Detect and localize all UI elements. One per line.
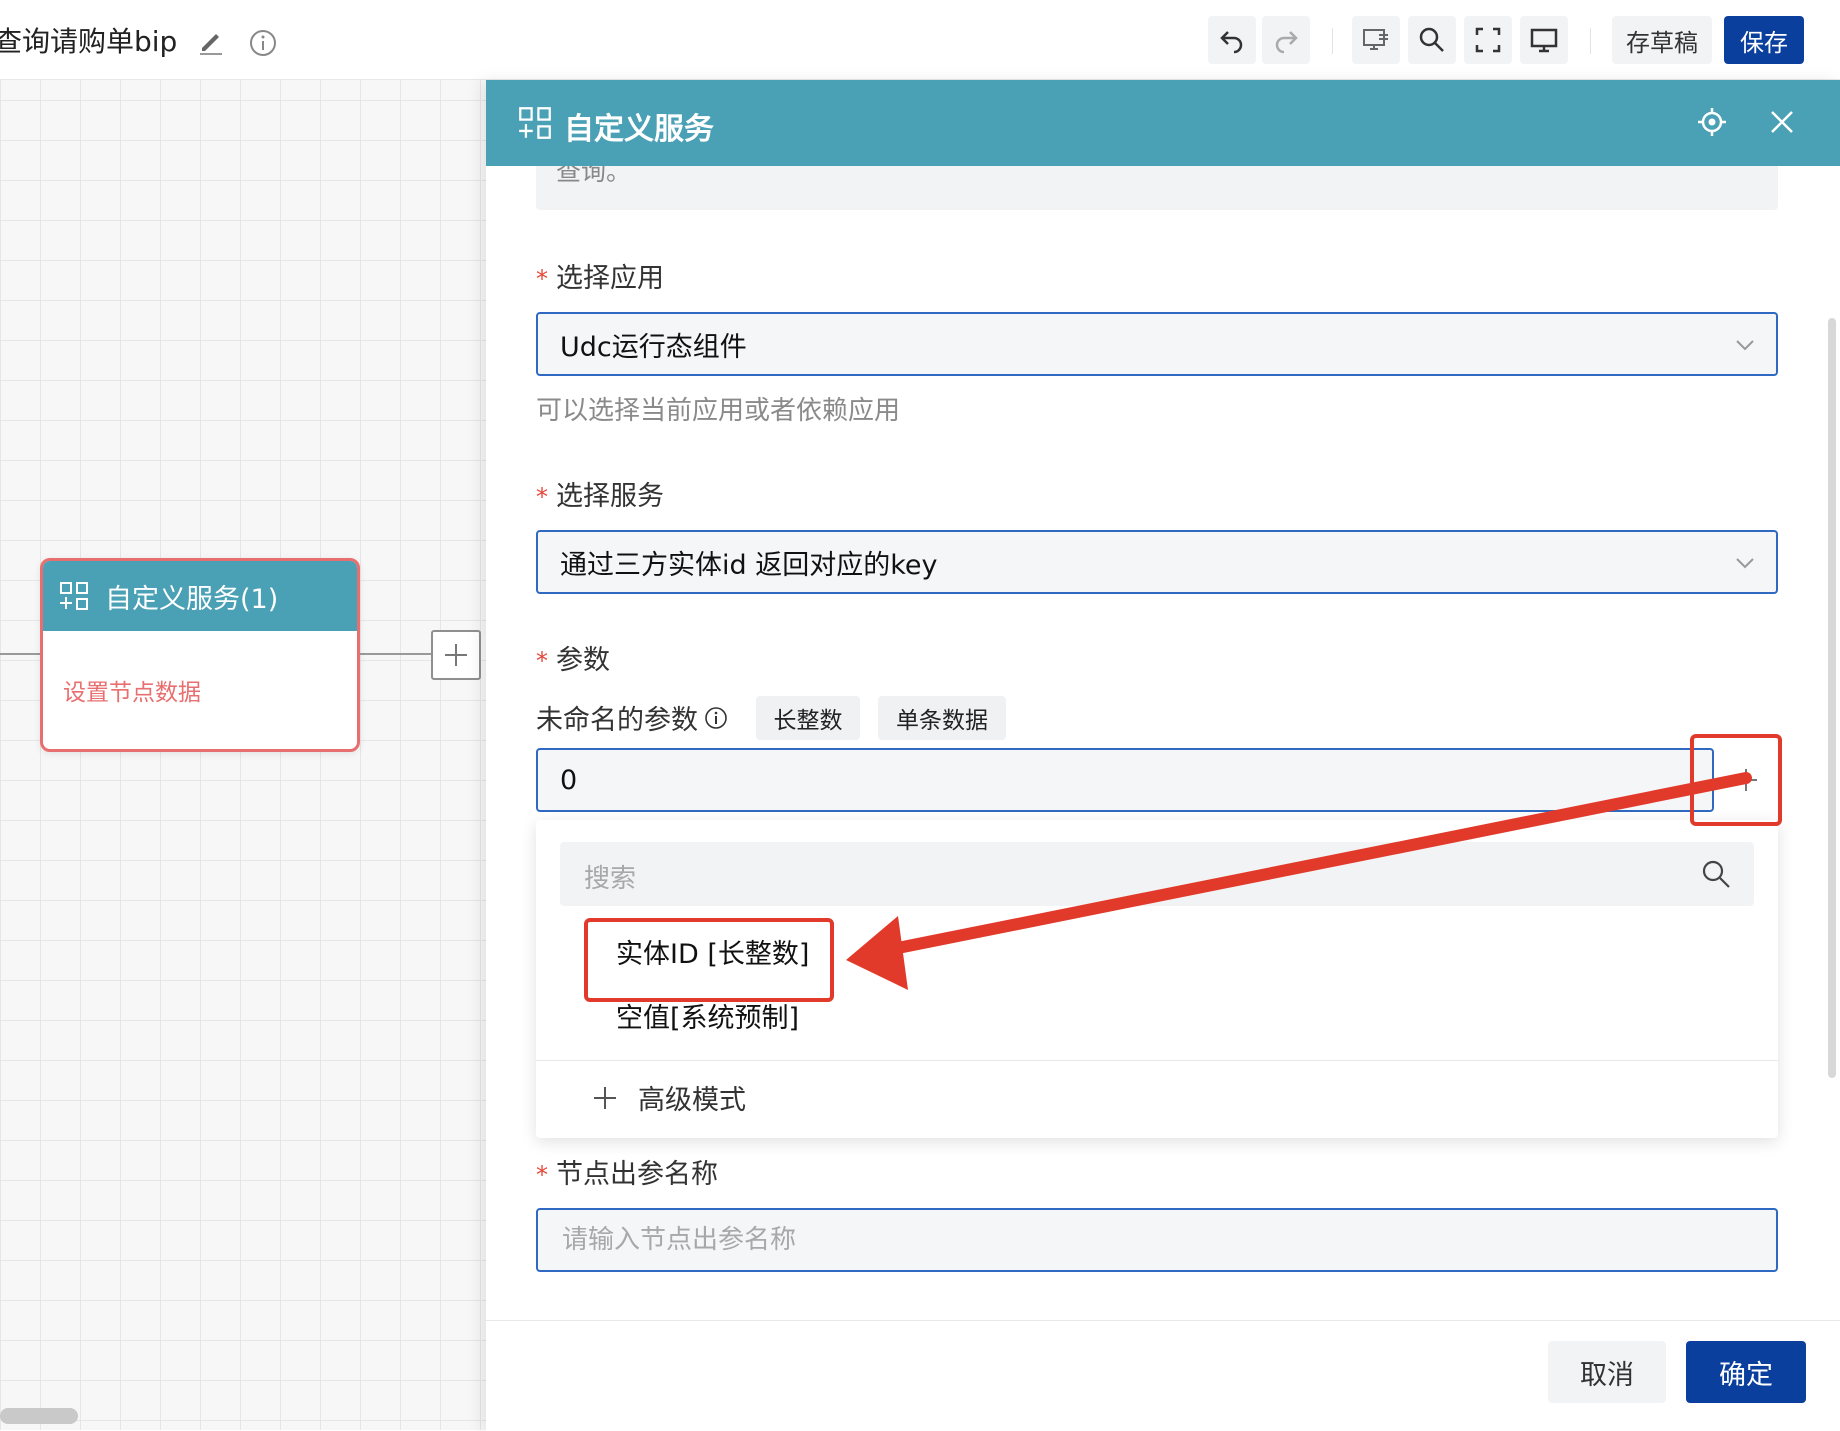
required-mark: *	[536, 483, 548, 511]
description-text: 查询。	[556, 166, 632, 186]
locate-icon[interactable]	[1696, 106, 1728, 138]
service-select[interactable]: 通过三方实体id 返回对应的key	[536, 530, 1778, 594]
redo-icon	[1275, 31, 1298, 54]
service-select-label: * 选择服务	[536, 474, 664, 513]
connector-line	[0, 653, 40, 655]
node-header: 自定义服务(1)	[43, 561, 357, 631]
close-icon[interactable]	[1766, 106, 1798, 138]
chevron-down-icon	[1736, 340, 1754, 351]
param-cardinality-tag: 单条数据	[878, 696, 1006, 740]
connector-line	[360, 653, 431, 655]
horizontal-scrollbar[interactable]	[0, 1408, 78, 1424]
undo-button[interactable]	[1208, 16, 1256, 64]
advanced-mode-label: 高级模式	[638, 1085, 746, 1116]
drawer-title: 自定义服务	[564, 112, 714, 147]
redo-button[interactable]	[1262, 16, 1310, 64]
chevron-down-icon	[1736, 558, 1754, 569]
preview-button[interactable]	[1352, 16, 1400, 64]
toolbar-divider	[1332, 28, 1333, 54]
label-text: 参数	[556, 645, 610, 676]
flow-canvas[interactable]: 自定义服务(1) 设置节点数据	[0, 80, 486, 1430]
search-placeholder: 搜索	[584, 864, 637, 894]
add-node-button[interactable]	[431, 630, 481, 680]
dropdown-divider	[536, 1060, 1778, 1061]
monitor-button[interactable]	[1520, 16, 1568, 64]
confirm-button[interactable]: 确定	[1686, 1341, 1806, 1403]
top-bar: 查询请购单bip 存草稿 保存	[0, 0, 1840, 80]
search-icon	[1702, 860, 1730, 888]
preview-icon	[1363, 29, 1388, 50]
app-select-label: * 选择应用	[536, 256, 664, 295]
required-mark: *	[536, 647, 548, 675]
edit-icon[interactable]	[196, 26, 226, 56]
search-button[interactable]	[1408, 16, 1456, 64]
app-select-value: Udc运行态组件	[560, 331, 747, 363]
vertical-scrollbar[interactable]	[1828, 318, 1836, 1078]
fullscreen-button[interactable]	[1464, 16, 1512, 64]
output-name-input[interactable]	[560, 1224, 1744, 1256]
search-icon	[1419, 27, 1444, 52]
node-status-text: 设置节点数据	[63, 680, 201, 706]
service-description: 查询。	[536, 166, 1778, 210]
info-icon	[705, 706, 727, 729]
param-type-tag: 长整数	[756, 696, 860, 740]
flow-title: 查询请购单bip	[0, 25, 178, 58]
label-text: 选择应用	[556, 263, 664, 294]
param-name-row: 未命名的参数	[536, 698, 728, 737]
required-mark: *	[536, 265, 548, 293]
annotation-highlight-box	[1690, 734, 1782, 826]
node-title: 自定义服务(1)	[105, 583, 279, 615]
info-icon[interactable]	[248, 28, 278, 58]
output-name-field[interactable]	[536, 1208, 1778, 1272]
param-value-input[interactable]: 0	[536, 748, 1714, 812]
service-select-value: 通过三方实体id 返回对应的key	[560, 549, 938, 581]
plus-icon	[445, 644, 467, 666]
save-button[interactable]: 保存	[1724, 16, 1804, 64]
required-mark: *	[536, 1161, 548, 1189]
drawer-footer: 取消 确定	[486, 1320, 1840, 1431]
param-name: 未命名的参数	[536, 705, 698, 736]
label-text: 节点出参名称	[556, 1159, 718, 1190]
dropdown-search[interactable]: 搜索	[560, 842, 1754, 906]
apps-icon	[518, 106, 552, 140]
drawer-header: 自定义服务	[486, 80, 1840, 166]
annotation-highlight-box	[584, 918, 834, 1002]
app-select-hint: 可以选择当前应用或者依赖应用	[536, 396, 901, 426]
save-draft-button[interactable]: 存草稿	[1612, 16, 1712, 64]
monitor-icon	[1530, 28, 1558, 53]
params-label: * 参数	[536, 638, 610, 677]
toolbar-divider	[1590, 28, 1591, 54]
cancel-button[interactable]: 取消	[1548, 1341, 1666, 1403]
advanced-mode-button[interactable]: 高级模式	[592, 1078, 746, 1117]
param-value: 0	[560, 764, 578, 796]
label-text: 选择服务	[556, 481, 664, 512]
config-drawer: 自定义服务 查询。 * 选择应用 Udc运行态组件 可以选择当前应用或者依赖应用 …	[486, 80, 1840, 1431]
plus-icon	[594, 1086, 616, 1109]
undo-icon	[1220, 31, 1243, 54]
output-name-label: * 节点出参名称	[536, 1152, 718, 1191]
app-select[interactable]: Udc运行态组件	[536, 312, 1778, 376]
fullscreen-icon	[1475, 27, 1501, 53]
apps-icon	[60, 582, 88, 610]
custom-service-node[interactable]: 自定义服务(1) 设置节点数据	[40, 558, 360, 752]
